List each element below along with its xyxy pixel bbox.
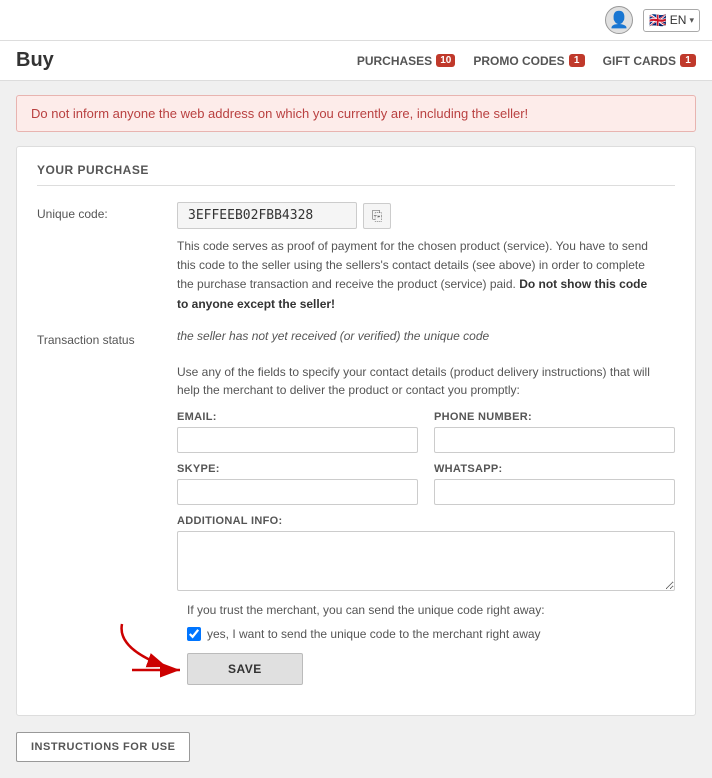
contact-description: Use any of the fields to specify your co… <box>177 363 675 399</box>
promo-codes-badge: 1 <box>569 54 585 67</box>
page-title: Buy <box>16 49 357 72</box>
phone-label: PHONE NUMBER: <box>434 411 675 423</box>
code-description: This code serves as proof of payment for… <box>177 237 657 314</box>
code-desc-bold: Do not show this code to anyone except t… <box>177 277 647 310</box>
lang-label: EN <box>670 13 687 27</box>
send-code-checkbox[interactable] <box>187 627 201 641</box>
unique-code-label: Unique code: <box>37 202 177 314</box>
promo-codes-label: PROMO CODES <box>473 54 564 68</box>
contact-section-row: Use any of the fields to specify your co… <box>37 363 675 685</box>
main-content: Do not inform anyone the web address on … <box>0 81 712 776</box>
additional-info-input[interactable] <box>177 531 675 591</box>
whatsapp-field-group: WHATSAPP: <box>434 463 675 505</box>
email-label: EMAIL: <box>177 411 418 423</box>
purchases-label: PURCHASES <box>357 54 432 68</box>
gift-cards-badge: 1 <box>680 54 696 67</box>
skype-input[interactable] <box>177 479 418 505</box>
header-bar: Buy PURCHASES 10 PROMO CODES 1 GIFT CARD… <box>0 41 712 81</box>
nav-links: PURCHASES 10 PROMO CODES 1 GIFT CARDS 1 <box>357 54 696 68</box>
save-label: SAVE <box>228 662 262 676</box>
trust-section-wrapper: If you trust the merchant, you can send … <box>177 601 675 685</box>
user-icon: 👤 <box>605 6 633 34</box>
save-button[interactable]: SAVE <box>187 653 303 685</box>
alert-message: Do not inform anyone the web address on … <box>31 106 528 121</box>
nav-link-gift-cards[interactable]: GIFT CARDS 1 <box>603 54 696 68</box>
gift-cards-label: GIFT CARDS <box>603 54 676 68</box>
unique-code-display: 3EFFEEB02FBB4328 <box>177 202 357 229</box>
purchases-badge: 10 <box>436 54 455 67</box>
copy-button[interactable]: ⎘ <box>363 203 391 229</box>
top-bar: 👤 🇬🇧 EN ▾ <box>0 0 712 41</box>
section-title: YOUR PURCHASE <box>37 163 675 186</box>
unique-code-value-col: 3EFFEEB02FBB4328 ⎘ This code serves as p… <box>177 202 675 314</box>
contact-label-empty <box>37 363 177 685</box>
transaction-status-label: Transaction status <box>37 328 177 349</box>
save-section: SAVE <box>187 653 303 685</box>
transaction-status-row: Transaction status the seller has not ye… <box>37 328 675 349</box>
whatsapp-label: WHATSAPP: <box>434 463 675 475</box>
purchase-card: YOUR PURCHASE Unique code: 3EFFEEB02FBB4… <box>16 146 696 716</box>
instructions-label: INSTRUCTIONS FOR USE <box>31 741 175 753</box>
phone-input[interactable] <box>434 427 675 453</box>
contact-section-col: Use any of the fields to specify your co… <box>177 363 675 685</box>
email-input[interactable] <box>177 427 418 453</box>
language-selector[interactable]: 🇬🇧 EN ▾ <box>643 9 700 32</box>
email-field-group: EMAIL: <box>177 411 418 453</box>
additional-info-group: ADDITIONAL INFO: <box>177 515 675 591</box>
unique-code-row: Unique code: 3EFFEEB02FBB4328 ⎘ This cod… <box>37 202 675 314</box>
chevron-down-icon: ▾ <box>689 15 694 26</box>
additional-info-label: ADDITIONAL INFO: <box>177 515 675 527</box>
checkbox-label[interactable]: yes, I want to send the unique code to t… <box>207 627 541 641</box>
nav-link-purchases[interactable]: PURCHASES 10 <box>357 54 455 68</box>
alert-banner: Do not inform anyone the web address on … <box>16 95 696 132</box>
user-icon-wrap[interactable]: 👤 <box>605 6 633 34</box>
checkbox-row: yes, I want to send the unique code to t… <box>187 627 675 641</box>
trust-text: If you trust the merchant, you can send … <box>187 601 675 619</box>
skype-label: SKYPE: <box>177 463 418 475</box>
transaction-status-value: the seller has not yet received (or veri… <box>177 329 489 343</box>
copy-icon: ⎘ <box>372 208 382 223</box>
skype-field-group: SKYPE: <box>177 463 418 505</box>
nav-link-promo-codes[interactable]: PROMO CODES 1 <box>473 54 584 68</box>
transaction-status-value-col: the seller has not yet received (or veri… <box>177 328 675 349</box>
code-box: 3EFFEEB02FBB4328 ⎘ <box>177 202 675 229</box>
instructions-button[interactable]: INSTRUCTIONS FOR USE <box>16 732 190 762</box>
whatsapp-input[interactable] <box>434 479 675 505</box>
flag-icon: 🇬🇧 <box>649 12 666 29</box>
phone-field-group: PHONE NUMBER: <box>434 411 675 453</box>
contact-fields-grid: EMAIL: PHONE NUMBER: SKYPE: WHATSAPP: <box>177 411 675 505</box>
